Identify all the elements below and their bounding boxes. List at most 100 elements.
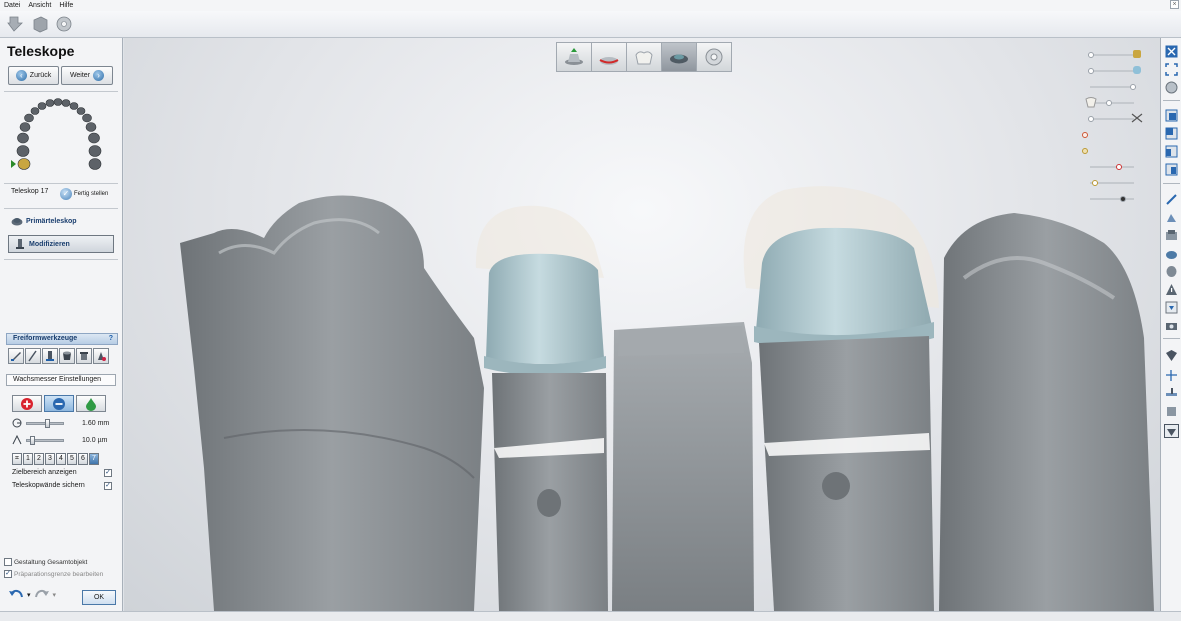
smooth-material-button[interactable]: [44, 395, 74, 412]
arrow-right-icon: ›: [93, 70, 105, 81]
visibility-slider-2[interactable]: [1086, 64, 1146, 78]
modify-button[interactable]: Modifizieren: [8, 235, 114, 253]
menu-ansicht[interactable]: Ansicht: [28, 2, 51, 9]
hand-tool-icon[interactable]: [93, 348, 109, 364]
camera-icon[interactable]: [1164, 318, 1179, 332]
show-target-checkbox[interactable]: ✓: [104, 468, 112, 477]
3d-viewport[interactable]: [124, 38, 1160, 611]
measure-icon[interactable]: [1164, 192, 1179, 206]
redo-icon[interactable]: [34, 588, 50, 602]
add-material-button[interactable]: [12, 395, 42, 412]
fit-view-icon[interactable]: [1164, 62, 1179, 76]
view-right-icon[interactable]: [1164, 162, 1179, 176]
depth-slider[interactable]: [26, 435, 64, 445]
overall-design-checkbox[interactable]: [4, 558, 12, 566]
view-left-icon[interactable]: [1164, 144, 1179, 158]
close-icon[interactable]: ×: [1170, 0, 1179, 9]
protect-walls-checkbox[interactable]: ✓: [104, 481, 112, 490]
view-front-icon[interactable]: [1164, 108, 1179, 122]
size-value: 1.60 mm: [82, 419, 110, 427]
prep-margin-label: Präparationsgrenze bearbeiten: [14, 570, 104, 578]
visibility-slider-3[interactable]: [1086, 80, 1146, 94]
depth-value: 10.0 µm: [82, 436, 108, 444]
menu-hilfe[interactable]: Hilfe: [59, 2, 73, 9]
align-icon[interactable]: [1164, 368, 1179, 382]
close-view-icon[interactable]: [1164, 44, 1179, 58]
check-icon: ✓: [60, 188, 72, 200]
size-slider[interactable]: [26, 418, 64, 428]
visibility-slider-5[interactable]: [1086, 112, 1146, 126]
top-toolbar: [0, 11, 1181, 38]
disc-icon[interactable]: [54, 14, 74, 34]
preset-button-2[interactable]: 2: [34, 453, 44, 465]
finish-label: Fertig stellen: [74, 191, 109, 197]
visibility-slider-10[interactable]: [1086, 192, 1146, 206]
help-icon[interactable]: ?: [109, 334, 113, 344]
preset-button-1[interactable]: 1: [23, 453, 33, 465]
status-bar: [0, 611, 1181, 621]
layer-icon[interactable]: [1164, 348, 1179, 362]
undo-redo-group: ▾ ▾: [8, 588, 56, 602]
warning-icon[interactable]: [1164, 282, 1179, 296]
size-icon: [12, 418, 22, 428]
show-target-row[interactable]: Zielbereich anzeigen ✓: [12, 468, 112, 477]
prep-margin-checkbox[interactable]: ✓: [4, 570, 12, 578]
scan-icon[interactable]: [1164, 246, 1179, 260]
visibility-slider-6[interactable]: [1082, 128, 1146, 142]
prep-margin-row[interactable]: ✓ Präparationsgrenze bearbeiten: [4, 570, 103, 578]
section-icon[interactable]: [1164, 210, 1179, 224]
preset-button-7[interactable]: 7: [89, 453, 99, 465]
shape-icon[interactable]: [1164, 264, 1179, 278]
arrow-down-icon[interactable]: [6, 14, 26, 34]
preset-button-3[interactable]: 3: [45, 453, 55, 465]
preset-button-5[interactable]: 5: [67, 453, 77, 465]
preset-button-6[interactable]: 6: [78, 453, 88, 465]
depth-slider-handle[interactable]: [30, 435, 36, 445]
freeform-tools-header[interactable]: Freiformwerkzeuge ?: [6, 333, 118, 345]
show-target-label: Zielbereich anzeigen: [12, 469, 77, 476]
brush-icon[interactable]: [25, 348, 41, 364]
primary-telescope-item[interactable]: Primärteleskop: [11, 216, 77, 226]
size-slider-handle[interactable]: [45, 418, 51, 428]
modify-label: Modifizieren: [29, 240, 70, 248]
protect-walls-row[interactable]: Teleskopwände sichern ✓: [12, 481, 112, 490]
page-title: Teleskope: [7, 43, 75, 59]
cube-icon[interactable]: [30, 14, 50, 34]
drop-material-button[interactable]: [76, 395, 106, 412]
knife-icon[interactable]: [8, 348, 24, 364]
download-icon[interactable]: [1164, 300, 1179, 314]
rotate-view-icon[interactable]: [1164, 80, 1179, 94]
dental-arch-selector[interactable]: [8, 96, 108, 178]
wax-knife-settings-header[interactable]: Wachsmesser Einstellungen: [6, 374, 116, 386]
view-back-icon[interactable]: [1164, 126, 1179, 140]
undo-icon[interactable]: [8, 588, 24, 602]
articulator-icon[interactable]: [1164, 386, 1179, 400]
overall-design-row[interactable]: Gestaltung Gesamtobjekt: [4, 558, 87, 566]
redo-dropdown-icon[interactable]: ▾: [53, 591, 57, 599]
crown-gold-icon: [1133, 50, 1141, 58]
undo-dropdown-icon[interactable]: ▾: [27, 591, 31, 599]
visibility-slider-1[interactable]: [1086, 48, 1146, 62]
back-button[interactable]: ‹ Zurück: [8, 66, 59, 85]
print-icon[interactable]: [1164, 404, 1179, 418]
preset-icon-button[interactable]: ⌗: [12, 453, 22, 465]
dental-model-scene[interactable]: [124, 38, 1160, 611]
left-panel: Teleskope ‹ Zurück Weiter › Teleskop 17 …: [0, 38, 123, 611]
cap-icon[interactable]: [76, 348, 92, 364]
depth-slider-row: 10.0 µm: [12, 435, 107, 445]
crown-view-icon[interactable]: [1164, 424, 1179, 438]
wax-knife-icon[interactable]: [42, 348, 58, 364]
model-icon[interactable]: [1164, 228, 1179, 242]
menu-bar: Datei Ansicht Hilfe ×: [0, 0, 1181, 11]
next-button[interactable]: Weiter ›: [61, 66, 113, 85]
menu-datei[interactable]: Datei: [4, 2, 20, 9]
visibility-slider-7[interactable]: [1082, 144, 1146, 158]
visibility-slider-9[interactable]: [1086, 176, 1146, 190]
freeform-toolbar: [8, 348, 109, 364]
ok-button[interactable]: OK: [82, 590, 116, 605]
visibility-slider-4[interactable]: [1085, 96, 1146, 110]
finish-button[interactable]: ✓ Fertig stellen: [60, 188, 108, 200]
visibility-slider-8[interactable]: [1086, 160, 1146, 174]
preset-button-4[interactable]: 4: [56, 453, 66, 465]
cup-icon[interactable]: [59, 348, 75, 364]
